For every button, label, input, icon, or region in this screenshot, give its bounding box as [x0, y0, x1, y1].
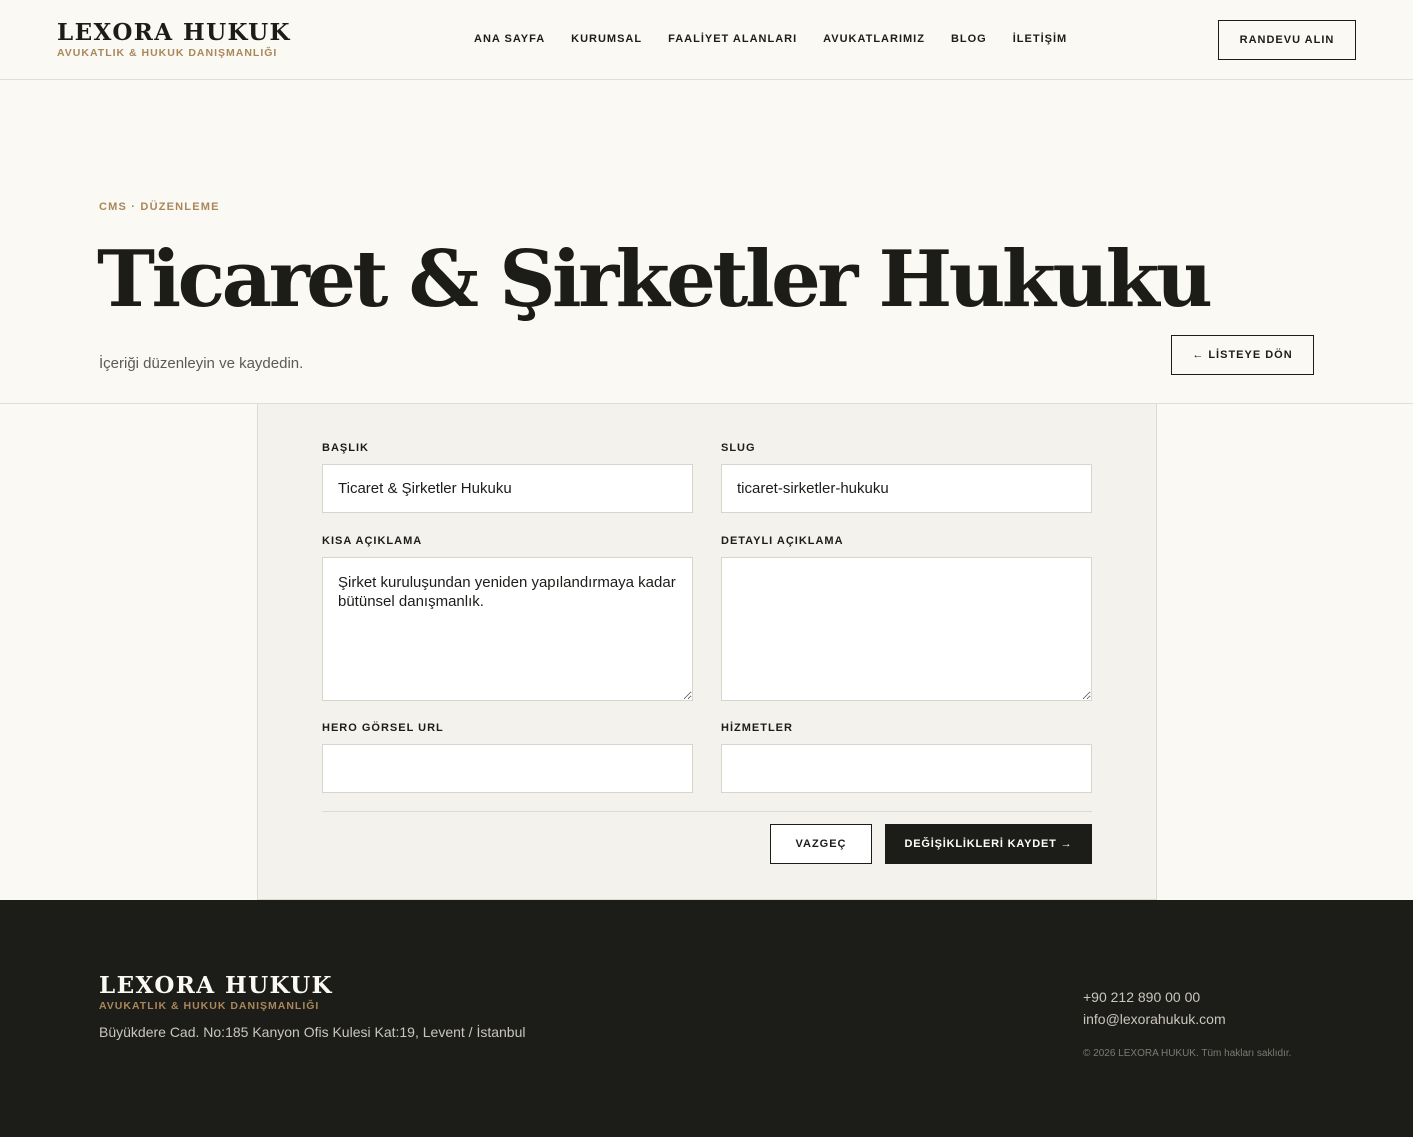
- footer-brand-name: LEXORA HUKUK: [99, 972, 333, 999]
- edit-form: BAŞLIK SLUG KISA AÇIKLAMA Şirket kuruluş…: [257, 404, 1157, 900]
- services-input[interactable]: [721, 744, 1092, 793]
- title-field-group: BAŞLIK: [322, 441, 693, 513]
- detailed-description-textarea[interactable]: [721, 557, 1092, 701]
- detailed-description-field-group: DETAYLI AÇIKLAMA: [721, 534, 1092, 701]
- footer-address: Büyükdere Cad. No:185 Kanyon Ofis Kulesi…: [99, 1024, 526, 1040]
- services-field-group: HİZMETLER: [721, 721, 1092, 793]
- arrow-right-icon: →: [1060, 838, 1073, 850]
- save-changes-button[interactable]: DEĞİŞİKLİKLERİ KAYDET →: [885, 824, 1092, 864]
- site-header: LEXORA HUKUK AVUKATLIK & HUKUK DANIŞMANL…: [0, 0, 1413, 80]
- site-footer: LEXORA HUKUK AVUKATLIK & HUKUK DANIŞMANL…: [0, 900, 1413, 1137]
- nav-item-contact[interactable]: İLETİŞİM: [1013, 33, 1067, 45]
- footer-copyright: © 2026 LEXORA HUKUK. Tüm hakları saklıdı…: [1083, 1048, 1292, 1059]
- main-nav: ANA SAYFA KURUMSAL FAALİYET ALANLARI AVU…: [474, 33, 1067, 45]
- page-title: Ticaret & Şirketler Hukuku: [97, 234, 1213, 325]
- slug-field-group: SLUG: [721, 441, 1092, 513]
- breadcrumb: CMS · DÜZENLEME: [99, 201, 220, 213]
- back-to-list-button[interactable]: ← LİSTEYE DÖN: [1171, 335, 1314, 375]
- short-description-field-group: KISA AÇIKLAMA Şirket kuruluşundan yenide…: [322, 534, 693, 701]
- nav-item-home[interactable]: ANA SAYFA: [474, 33, 545, 45]
- nav-item-lawyers[interactable]: AVUKATLARIMIZ: [823, 33, 925, 45]
- cancel-button[interactable]: VAZGEÇ: [770, 824, 872, 864]
- short-description-label: KISA AÇIKLAMA: [322, 535, 423, 547]
- page-hero: CMS · DÜZENLEME Ticaret & Şirketler Huku…: [0, 80, 1413, 404]
- brand-logo[interactable]: LEXORA HUKUK AVUKATLIK & HUKUK DANIŞMANL…: [57, 19, 291, 60]
- nav-item-blog[interactable]: BLOG: [951, 33, 987, 45]
- slug-input[interactable]: [721, 464, 1092, 513]
- short-description-textarea[interactable]: Şirket kuruluşundan yeniden yapılandırma…: [322, 557, 693, 701]
- footer-brand-tagline: AVUKATLIK & HUKUK DANIŞMANLIĞI: [99, 1000, 320, 1012]
- detailed-description-label: DETAYLI AÇIKLAMA: [721, 535, 844, 547]
- title-input[interactable]: [322, 464, 693, 513]
- title-label: BAŞLIK: [322, 442, 369, 454]
- hero-image-url-input[interactable]: [322, 744, 693, 793]
- brand-tagline: AVUKATLIK & HUKUK DANIŞMANLIĞI: [57, 47, 278, 59]
- nav-item-corporate[interactable]: KURUMSAL: [571, 33, 642, 45]
- brand-name: LEXORA HUKUK: [57, 19, 291, 46]
- services-label: HİZMETLER: [721, 722, 793, 734]
- footer-phone[interactable]: +90 212 890 00 00: [1083, 986, 1226, 1008]
- nav-item-practice-areas[interactable]: FAALİYET ALANLARI: [668, 33, 797, 45]
- footer-email[interactable]: info@lexorahukuk.com: [1083, 1008, 1226, 1030]
- page-subtitle: İçeriği düzenleyin ve kaydedin.: [99, 355, 304, 372]
- back-to-list-label: LİSTEYE DÖN: [1208, 349, 1293, 361]
- hero-image-url-field-group: HERO GÖRSEL URL: [322, 721, 693, 793]
- footer-contact: +90 212 890 00 00 info@lexorahukuk.com: [1083, 986, 1226, 1030]
- footer-logo[interactable]: LEXORA HUKUK AVUKATLIK & HUKUK DANIŞMANL…: [99, 972, 333, 1013]
- save-changes-label: DEĞİŞİKLİKLERİ KAYDET: [904, 838, 1057, 850]
- slug-label: SLUG: [721, 442, 756, 454]
- arrow-left-icon: ←: [1192, 349, 1205, 361]
- appointment-button[interactable]: RANDEVU ALIN: [1218, 20, 1356, 60]
- form-divider: [322, 811, 1092, 812]
- hero-image-url-label: HERO GÖRSEL URL: [322, 722, 444, 734]
